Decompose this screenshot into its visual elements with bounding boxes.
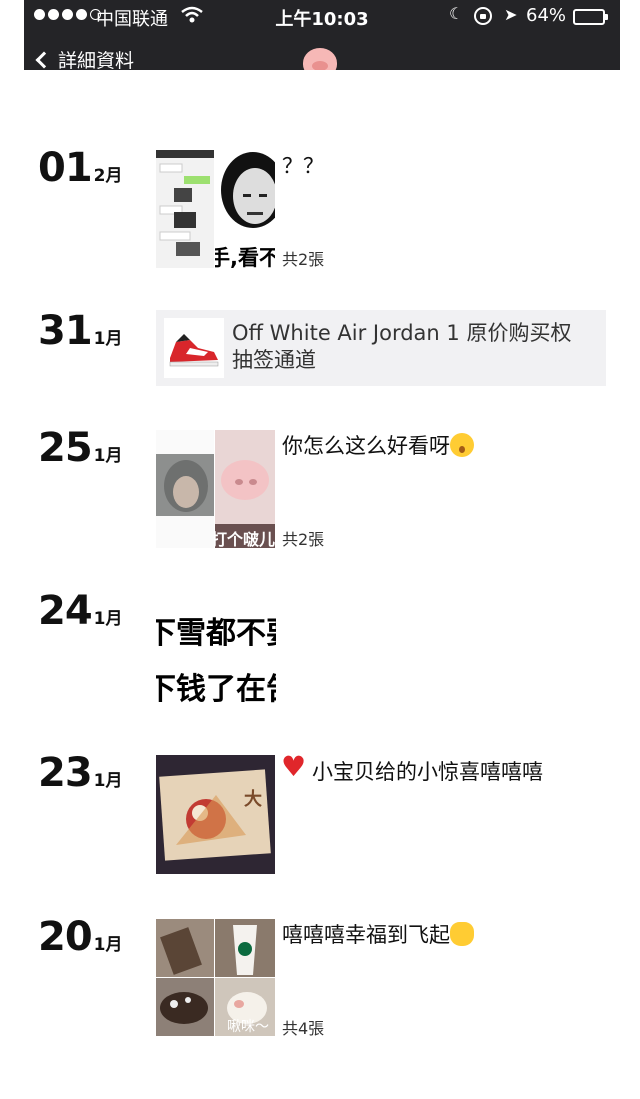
entry-day: 31 [38,308,93,354]
back-button[interactable]: 詳細資料 [35,46,135,70]
entry-caption: 嘻嘻嘻幸福到飞起 [282,919,474,949]
entry-day: 24 [38,588,93,634]
cat-nose-thumbnail[interactable]: 打个啵儿吗 [215,430,275,548]
text-line: 下钱了在告 [156,672,276,707]
shared-link-title: Off White Air Jordan 1 原价购买权抽签通道 [232,321,572,372]
victory-hand-emoji-icon [450,922,474,946]
heart-emoji-icon [281,750,306,783]
photo-thumbnail[interactable] [156,430,214,548]
meme-text: 手,看不 [215,246,275,268]
entry-day: 20 [38,914,93,960]
entry-caption: 小宝贝给的小惊喜嘻嘻嘻 [281,750,543,786]
photo-count: 共2張 [282,530,325,549]
meme-face-thumbnail[interactable]: 手,看不 [215,150,275,268]
text-line: 下雪都不要 [156,616,276,651]
dessert-thumbnail[interactable] [156,978,214,1036]
entry-caption: ？？ [282,154,324,178]
entry-date: 24 1月 [38,588,123,634]
overlay-text: 打个啵儿吗 [215,530,275,548]
photo-count: 共2張 [282,250,325,269]
entry-caption: 你怎么这么好看呀 [282,430,474,460]
rotation-lock-icon [474,7,492,25]
status-bar: 中国联通 上午10:03 ☾ ➤ 64% [24,0,620,34]
location-icon: ➤ [504,5,518,24]
astonished-face-emoji-icon [450,433,474,457]
entry-date: 25 1月 [38,425,123,471]
photo-thumbnail[interactable] [156,919,214,977]
svg-text:大: 大 [244,788,262,810]
overlay-text: 啾咪～ [227,1019,269,1035]
entry-month: 1月 [93,609,123,629]
sneaker-thumbnail [164,318,224,378]
entry-date: 01 2月 [38,145,123,191]
battery-icon [573,9,608,25]
chat-screenshot-thumbnail[interactable] [156,150,214,268]
chevron-left-icon [35,51,53,68]
entry-date: 20 1月 [38,914,123,960]
entry-date: 31 1月 [38,308,123,354]
entry-day: 23 [38,750,93,796]
entry-month: 1月 [93,935,123,955]
coffee-cup-thumbnail[interactable] [215,919,275,977]
entry-month: 2月 [93,166,123,186]
pig-avatar-icon [303,48,337,70]
entry-day: 01 [38,145,93,191]
battery-percent: 64% [526,5,567,26]
entry-date: 23 1月 [38,750,123,796]
entry-month: 1月 [93,329,123,349]
gift-card-thumbnail[interactable]: 大 [156,755,275,874]
entry-day: 25 [38,425,93,471]
back-label: 詳細資料 [58,50,135,70]
cat-photo-thumbnail[interactable]: 啾咪～ [215,978,275,1036]
entry-month: 1月 [93,446,123,466]
entry-month: 1月 [93,771,123,791]
top-bar: 中国联通 上午10:03 ☾ ➤ 64% 詳細資料 [24,0,620,70]
shared-link-card[interactable]: Off White Air Jordan 1 原价购买权抽签通道 [156,310,606,386]
do-not-disturb-icon: ☾ [449,4,464,23]
photo-count: 共4張 [282,1019,325,1038]
